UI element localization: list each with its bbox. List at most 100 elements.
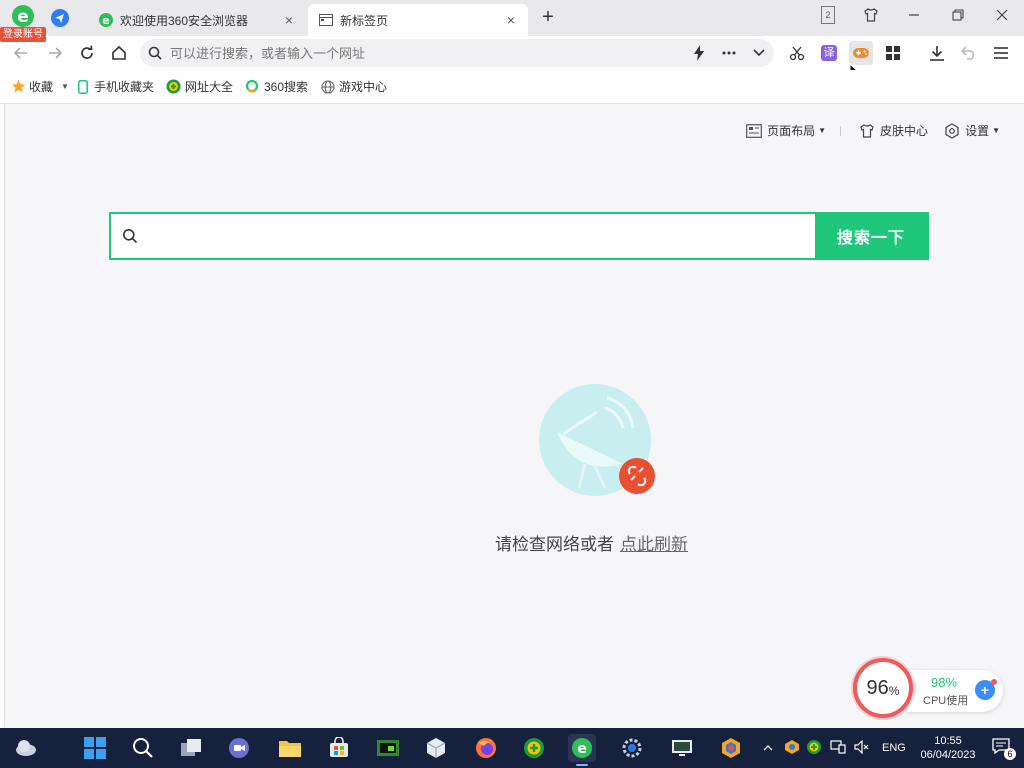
reload-button[interactable] (76, 42, 98, 64)
tab-welcome[interactable]: e 欢迎使用360安全浏览器 × (88, 4, 306, 36)
start-button[interactable] (81, 734, 109, 762)
page-layout-button[interactable]: 页面布局 ▼ (746, 122, 826, 139)
firefox-button[interactable] (472, 734, 500, 762)
gamepad-icon (853, 48, 869, 58)
address-bar[interactable] (140, 39, 774, 67)
download-button[interactable] (925, 41, 949, 65)
package-app-button[interactable] (422, 734, 450, 762)
terminal-app-icon (377, 740, 399, 756)
restore-button[interactable] (944, 4, 972, 26)
tab-new[interactable]: 新标签页 × (308, 4, 528, 36)
globe-icon (320, 79, 336, 95)
tab-close-icon[interactable]: × (282, 13, 296, 27)
address-input[interactable] (162, 45, 684, 61)
network-icon[interactable] (830, 739, 846, 757)
send-icon (51, 9, 69, 27)
grid-icon (886, 46, 900, 60)
teams-button[interactable] (225, 734, 253, 762)
search-box: 搜索一下 (109, 212, 929, 260)
favorites-dropdown-icon[interactable]: ▼ (61, 82, 69, 91)
pinned-tab[interactable] (50, 8, 70, 28)
new-tab-button[interactable]: + (538, 7, 558, 28)
cloud-icon (16, 740, 36, 756)
skin-center-label: 皮肤中心 (880, 124, 929, 138)
360-browser-taskbar-button[interactable]: e (568, 734, 596, 766)
cpu-monitor-widget[interactable]: 98% CPU使用 + 96% (851, 656, 1007, 728)
minimize-icon (909, 14, 919, 16)
translate-button[interactable]: 译 (817, 41, 841, 65)
divider (840, 125, 842, 136)
page-layout-label: 页面布局 (767, 124, 816, 138)
store-button[interactable] (325, 734, 353, 762)
colorful-app-button[interactable] (717, 734, 745, 762)
language-indicator[interactable]: ENG (882, 742, 906, 754)
search360-icon (245, 79, 261, 95)
chevron-up-icon[interactable] (760, 742, 776, 754)
search-icon (148, 46, 162, 60)
search-input[interactable] (143, 214, 815, 258)
settings-taskbar-button[interactable] (618, 734, 646, 762)
bookmark-mobile[interactable]: 手机收藏夹 (75, 78, 154, 95)
clock-date: 06/04/2023 (920, 749, 976, 761)
tab-close-icon[interactable]: × (504, 13, 518, 27)
apps-button[interactable] (881, 41, 905, 65)
address-toolbar: 译 (0, 36, 1024, 70)
sidebar-edge[interactable] (0, 104, 5, 728)
satellite-dish-icon (539, 384, 655, 496)
close-window-button[interactable] (988, 4, 1016, 26)
reload-icon (81, 45, 93, 59)
gear-icon (944, 122, 960, 139)
task-view-button[interactable] (177, 734, 205, 762)
arrow-left-icon (13, 47, 27, 59)
volume-muted-icon[interactable] (854, 739, 870, 757)
screenshot-button[interactable] (785, 41, 809, 65)
bookmark-360-search[interactable]: 360搜索 (245, 78, 308, 95)
nav-app-button[interactable] (520, 734, 548, 762)
minimize-button[interactable] (900, 4, 928, 26)
taskbar: e ENG 10:55 06/04/2023 6 (0, 728, 1024, 768)
bookmark-site-nav[interactable]: 网址大全 (166, 78, 233, 95)
memory-usage-circle[interactable]: 96% (853, 658, 913, 718)
tray-app-icon[interactable] (784, 739, 800, 758)
system-tray: ENG (760, 728, 906, 768)
bookmark-label: 网址大全 (184, 80, 233, 94)
caret-down-icon: ▼ (992, 126, 1000, 135)
app-green-button[interactable] (374, 734, 402, 762)
tab-strip: e 登录账号 e 欢迎使用360安全浏览器 × 新标签页 × + 2 (0, 0, 1024, 42)
scissors-icon (789, 46, 805, 61)
search-button[interactable]: 搜索一下 (815, 214, 927, 258)
speed-button[interactable] (684, 39, 714, 67)
notification-count-badge: 6 (1004, 748, 1016, 760)
settings-button[interactable]: 设置 ▼ (944, 122, 1000, 139)
dropdown-button[interactable] (744, 39, 774, 67)
file-explorer-button[interactable] (276, 734, 304, 762)
back-button[interactable] (10, 42, 32, 64)
undo-icon (961, 46, 975, 60)
tab-counter-button[interactable]: 2 (814, 4, 842, 26)
skin-center-button[interactable]: 皮肤中心 (859, 122, 928, 139)
windows-icon (84, 737, 106, 759)
game-button[interactable] (849, 41, 873, 65)
monitor-app-button[interactable] (668, 734, 696, 762)
arrow-right-icon (49, 47, 63, 59)
shirt-icon (859, 123, 875, 139)
hamburger-icon (994, 47, 1008, 59)
home-button[interactable] (108, 42, 130, 64)
weather-widget[interactable] (12, 734, 40, 762)
hexagon-app-icon (722, 738, 740, 758)
menu-button[interactable] (989, 41, 1013, 65)
bookmark-label: 手机收藏夹 (93, 80, 154, 94)
forward-button[interactable] (44, 42, 66, 64)
bookmark-game-center[interactable]: 游戏中心 (320, 78, 387, 95)
bookmark-favorites[interactable]: 收藏 (10, 78, 53, 95)
clock[interactable]: 10:55 06/04/2023 (918, 734, 978, 762)
network-error-message: 请检查网络或者 点此刷新 (495, 530, 688, 555)
more-button[interactable] (714, 39, 744, 67)
tray-nav-icon[interactable] (806, 739, 822, 758)
search-taskbar-button[interactable] (129, 734, 157, 762)
skin-button[interactable] (857, 4, 885, 26)
undo-button[interactable] (957, 41, 981, 65)
login-badge[interactable]: 登录账号 (0, 27, 46, 42)
translate-icon: 译 (821, 45, 837, 61)
refresh-link[interactable]: 点此刷新 (620, 535, 688, 554)
